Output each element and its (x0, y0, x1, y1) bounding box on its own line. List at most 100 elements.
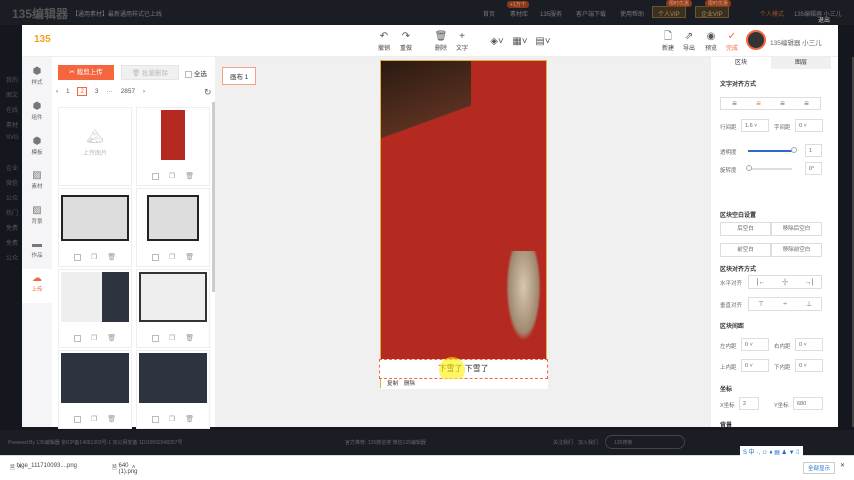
opacity-slider-handle[interactable] (791, 147, 797, 153)
side-item[interactable]: 公众 (6, 193, 18, 202)
show-all-downloads-button[interactable]: 全部显示 (803, 462, 836, 474)
copy-icon[interactable]: ❐ (91, 335, 97, 342)
copy-icon[interactable]: ❐ (169, 335, 175, 342)
image-thumb[interactable]: ❐ 🗑 (58, 350, 132, 429)
nav-material[interactable]: 素材库 (510, 9, 528, 18)
rail-component[interactable]: ⬢ 组件 (22, 100, 52, 121)
align-justify-icon[interactable]: ≡ (795, 98, 819, 110)
image-thumb[interactable]: ❐ 🗑 (136, 269, 210, 348)
delete-block-button[interactable]: 删除 (404, 381, 415, 387)
export-button[interactable]: ⇗ 导出 (678, 31, 700, 52)
side-item[interactable]: 素材 (6, 120, 18, 129)
right-pad-select[interactable]: 0 ˅ (795, 338, 823, 351)
align-right-icon[interactable]: ≡ (771, 98, 795, 110)
copy-block-button[interactable]: 复制 (387, 381, 398, 387)
download-item[interactable]: 🗎 640 (1).png ˄ (112, 463, 138, 475)
page-link-current[interactable]: 2 (77, 87, 88, 96)
align-center-icon[interactable]: ≡ (747, 98, 771, 110)
trash-icon[interactable]: 🗑 (107, 416, 116, 423)
rail-background[interactable]: ▨ 背景 (22, 204, 52, 225)
rotate-slider-handle[interactable] (746, 165, 752, 171)
delete-button[interactable]: 🗑 删除 (430, 31, 452, 52)
thumb-checkbox[interactable] (73, 253, 81, 261)
logout-link[interactable]: 退出 (818, 15, 830, 24)
add-after-blank-button[interactable]: 后空白 (720, 222, 771, 236)
thumb-checkbox[interactable] (151, 415, 159, 423)
remove-after-blank-button[interactable]: 移除后空白 (771, 222, 822, 236)
side-item[interactable]: 我的 (6, 75, 18, 84)
tab-block[interactable]: 区块 (711, 57, 771, 69)
thumb-checkbox[interactable] (151, 334, 159, 342)
redo-button[interactable]: ↷ 重做 (395, 31, 417, 52)
side-item[interactable]: 企业 (6, 163, 18, 172)
avatar[interactable] (746, 30, 766, 50)
copy-icon[interactable]: ❐ (91, 254, 97, 261)
side-item[interactable]: 热门 (6, 208, 18, 217)
next-page-icon[interactable]: › (143, 88, 145, 95)
align-h-center-icon[interactable]: -|- (773, 276, 797, 289)
rotate-slider[interactable] (748, 168, 792, 170)
refresh-icon[interactable]: ↻ (204, 87, 212, 98)
add-before-blank-button[interactable]: 前空白 (720, 243, 771, 257)
close-icon[interactable]: ✕ (840, 462, 845, 469)
notice[interactable]: 【通用素材】最新通用样式已上线 (72, 9, 162, 18)
prev-page-icon[interactable]: ‹ (56, 88, 58, 95)
nav-home[interactable]: 首页 (483, 9, 495, 18)
letter-spacing-select[interactable]: 0 ˅ (795, 119, 823, 132)
layer-dropdown[interactable]: ◈˅ (486, 36, 508, 48)
thumb-checkbox[interactable] (73, 415, 81, 423)
enterprise-vip-button[interactable]: 企业VIP (695, 6, 729, 18)
side-item[interactable]: 微信 (6, 178, 18, 187)
side-item[interactable]: SVG (6, 135, 19, 141)
side-item[interactable]: 图文 (6, 90, 18, 99)
select-all-checkbox[interactable] (185, 70, 192, 78)
footer-link[interactable]: 关注我们 (553, 439, 573, 446)
trash-icon[interactable]: 🗑 (107, 335, 116, 342)
tab-layers[interactable]: 图层 (771, 57, 831, 69)
remove-before-blank-button[interactable]: 移除前空白 (771, 243, 822, 257)
y-input[interactable]: 680 (793, 397, 823, 410)
thumb-checkbox[interactable] (73, 334, 81, 342)
page-link[interactable]: 2857 (121, 88, 135, 95)
personal-mode[interactable]: 个人模式 (760, 9, 784, 18)
rail-material[interactable]: ▨ 素材 (22, 169, 52, 190)
nav-download[interactable]: 客户端下载 (576, 9, 606, 18)
trash-icon[interactable]: 🗑 (107, 254, 116, 261)
align-h-right-icon[interactable]: →| (797, 276, 821, 289)
top-pad-select[interactable]: 0 ˅ (741, 359, 769, 372)
site-logo[interactable]: 135编辑器 (12, 5, 68, 22)
image-thumb[interactable]: ❐ 🗑 (136, 350, 210, 429)
ime-toolbar[interactable]: S 中 ·, ☺ ♦ ▤ ♟ ▼ ⁞⁞ (740, 446, 803, 457)
nav-service[interactable]: 135服务 (540, 9, 562, 18)
align-h-left-icon[interactable]: |← (749, 276, 773, 289)
side-item[interactable]: 公众 (6, 253, 18, 262)
batch-delete-button[interactable]: 🗑 批量删除 (121, 65, 179, 80)
thumb-checkbox[interactable] (151, 253, 159, 261)
image-thumb[interactable]: ❐ 🗑 (58, 269, 132, 348)
canvas-tag[interactable]: 画布 1 (222, 67, 257, 85)
personal-vip-button[interactable]: 个人VIP (652, 6, 686, 18)
align-top-icon[interactable]: ⊤ (749, 298, 773, 311)
side-item[interactable]: 在线 (6, 105, 18, 114)
rail-upload[interactable]: ☁ 上传 (22, 269, 52, 303)
done-button[interactable]: ✓ 完成 (721, 31, 743, 52)
preview-button[interactable]: ◉ 预览 (700, 31, 722, 52)
rotate-input[interactable]: 0° (805, 162, 822, 175)
image-thumb[interactable]: ❐ 🗑 (58, 188, 132, 267)
copy-icon[interactable]: ❐ (169, 416, 175, 423)
copy-icon[interactable]: ❐ (169, 254, 175, 261)
trash-icon[interactable]: 🗑 (185, 254, 194, 261)
line-height-select[interactable]: 1.6 ˅ (741, 119, 769, 132)
left-pad-select[interactable]: 0 ˅ (741, 338, 769, 351)
side-item[interactable]: 免费 (6, 238, 18, 247)
x-input[interactable]: 2 (739, 397, 759, 410)
crop-upload-button[interactable]: ✂ 裁剪上传 (58, 65, 114, 80)
opacity-input[interactable]: 1 (805, 144, 822, 157)
align-bottom-icon[interactable]: ⊥ (797, 298, 821, 311)
page-link[interactable]: 1 (66, 88, 70, 95)
opacity-slider[interactable] (748, 150, 792, 152)
trash-icon[interactable]: 🗑 (185, 416, 194, 423)
text-button[interactable]: + 文字 (451, 31, 473, 52)
grid-dropdown[interactable]: ▦˅ (509, 36, 531, 48)
trash-icon[interactable]: 🗑 (185, 335, 194, 342)
